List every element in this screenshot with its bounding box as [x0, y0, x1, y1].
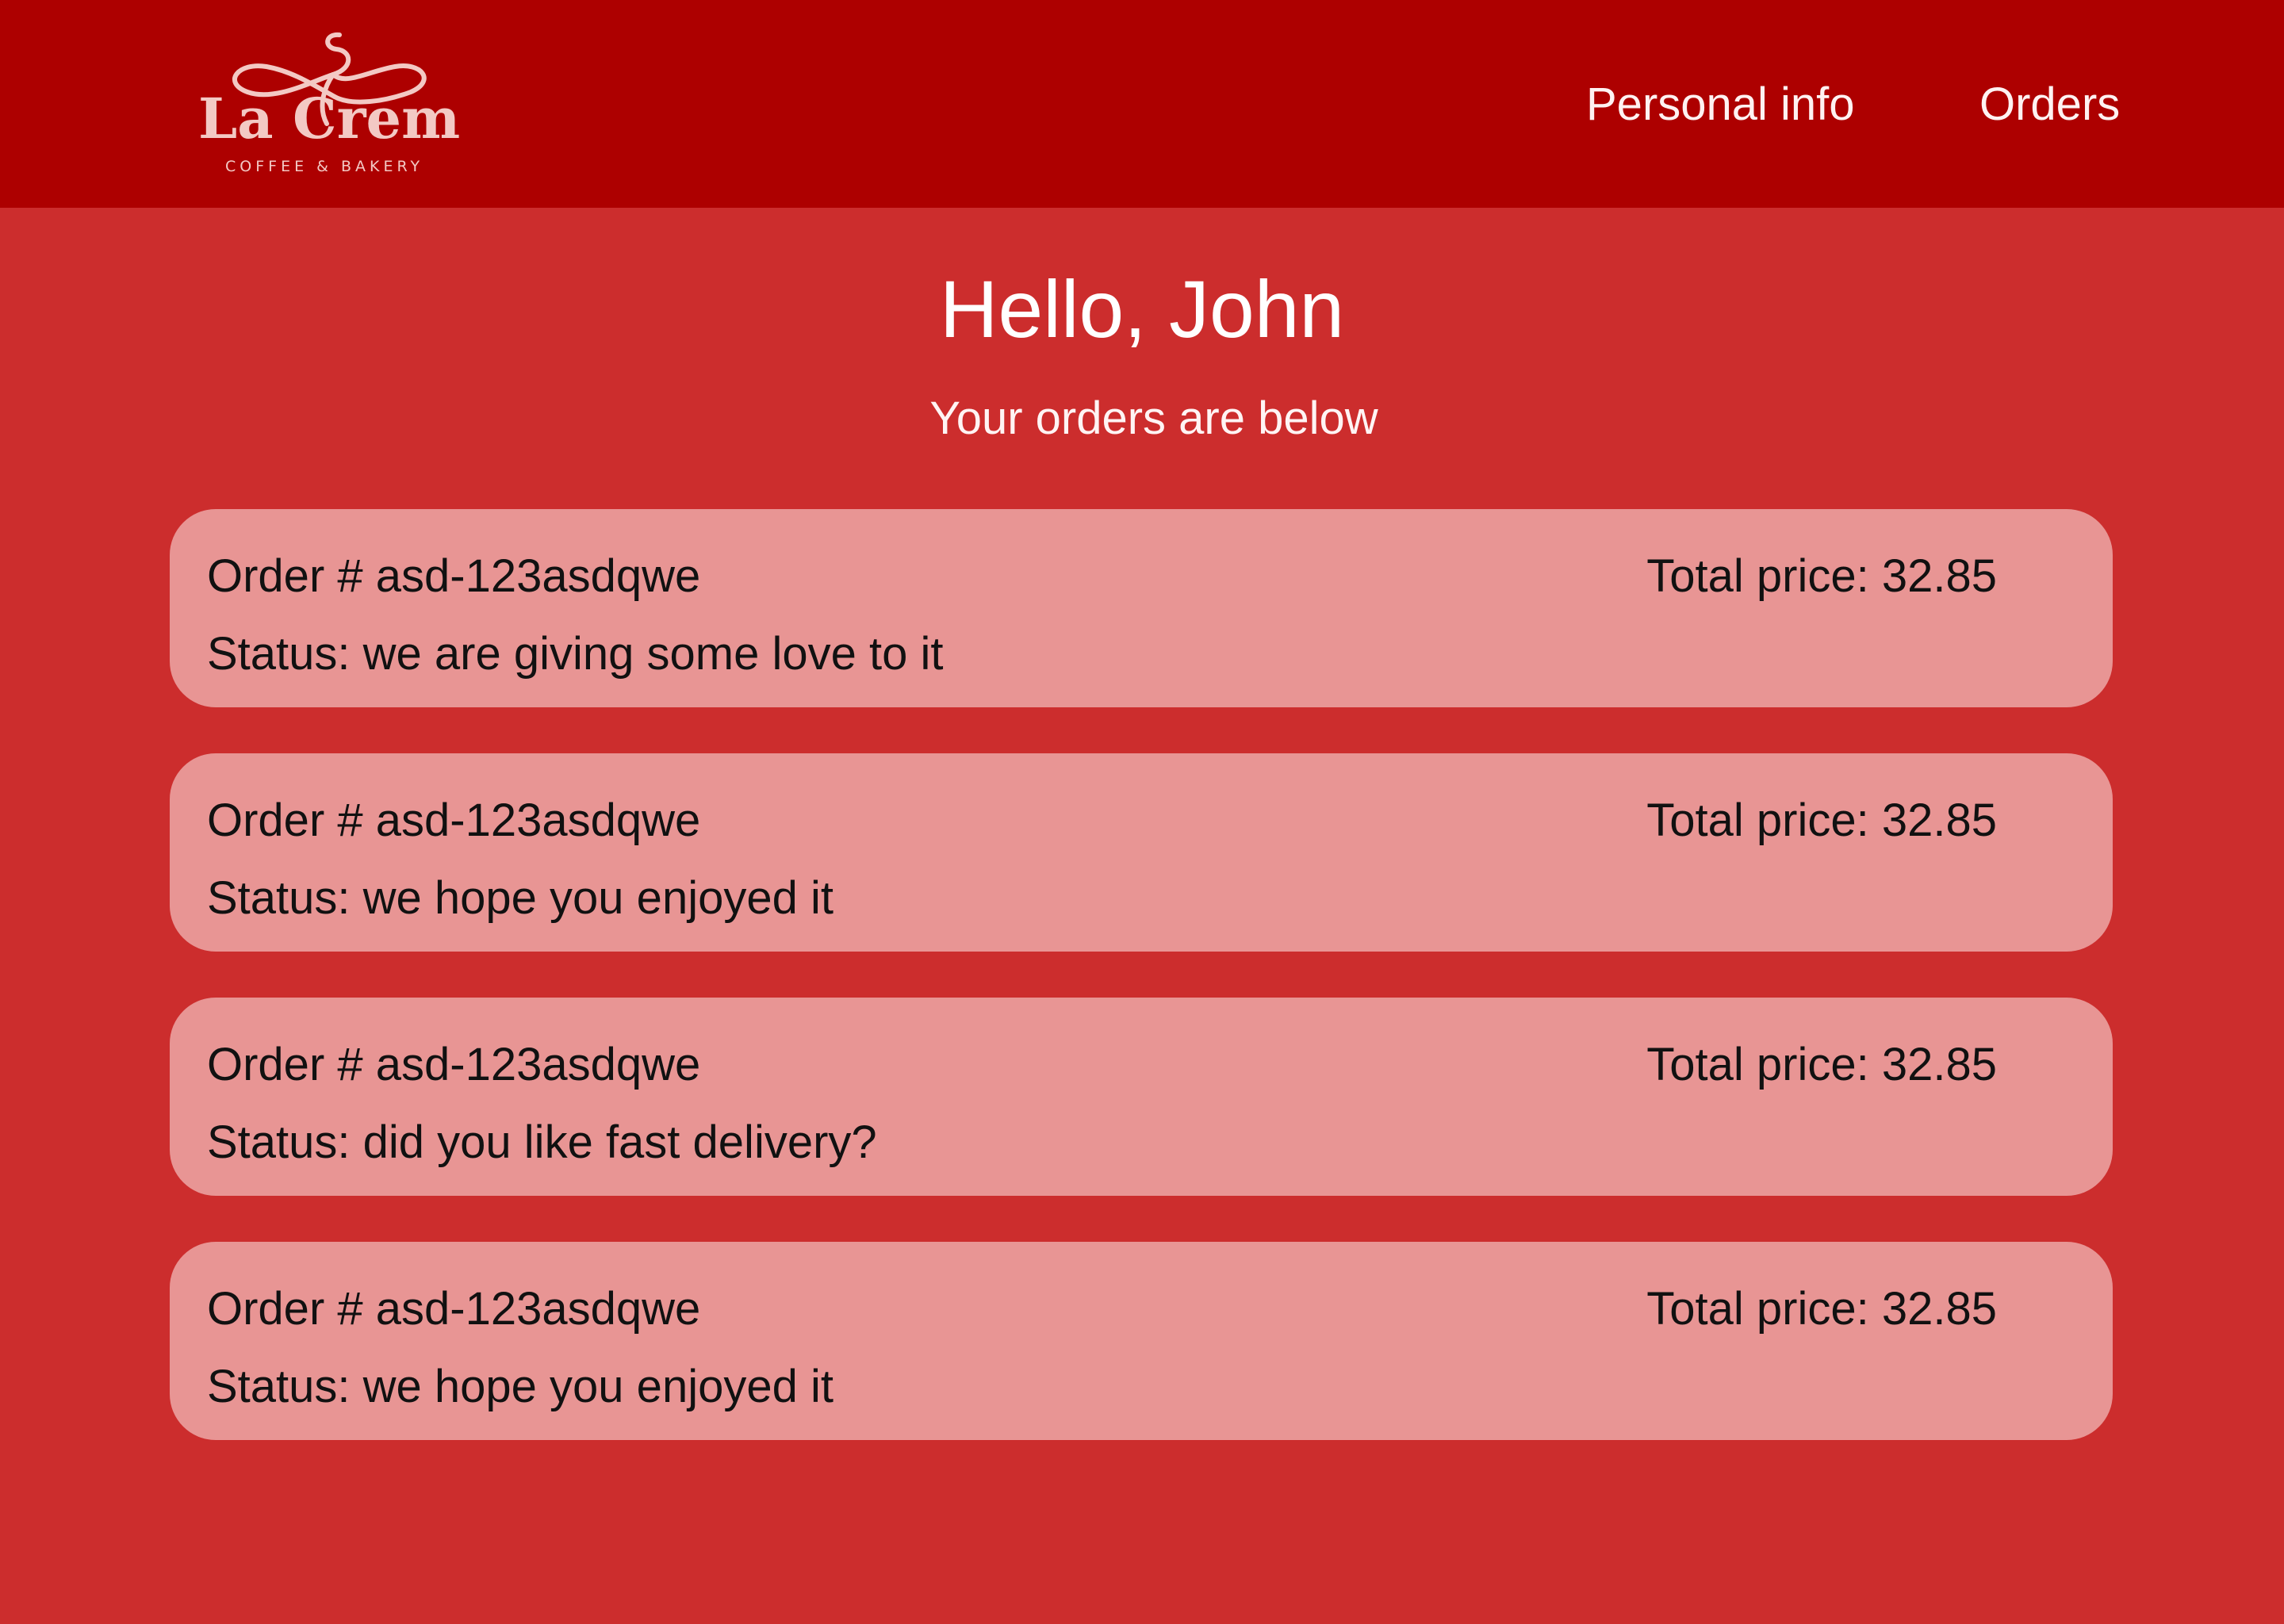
site-header: La Crema COFFEE & BAKERY Personal info O… [0, 0, 2284, 208]
order-id: Order # asd-123asdqwe [207, 795, 701, 846]
order-id: Order # asd-123asdqwe [207, 1039, 701, 1090]
nav-orders[interactable]: Orders [1979, 73, 2120, 136]
orders-list: Order # asd-123asdqwe Total price: 32.85… [170, 509, 2113, 1486]
order-card[interactable]: Order # asd-123asdqwe Total price: 32.85… [170, 1242, 2113, 1440]
order-id: Order # asd-123asdqwe [207, 550, 701, 602]
order-status: Status: we hope you enjoyed it [207, 872, 834, 924]
logo-graphic: La Crema COFFEE & BAKERY [198, 32, 460, 175]
order-card[interactable]: Order # asd-123asdqwe Total price: 32.85… [170, 753, 2113, 952]
order-card[interactable]: Order # asd-123asdqwe Total price: 32.85… [170, 509, 2113, 707]
order-id: Order # asd-123asdqwe [207, 1283, 701, 1335]
order-status: Status: did you like fast delivery? [207, 1116, 877, 1168]
page-subtitle: Your orders are below [929, 393, 1378, 444]
logo-tagline: COFFEE & BAKERY [225, 158, 423, 175]
order-card[interactable]: Order # asd-123asdqwe Total price: 32.85… [170, 998, 2113, 1196]
page-greeting: Hello, John [939, 264, 1345, 354]
order-total-price: Total price: 32.85 [1646, 1283, 1997, 1335]
order-total-price: Total price: 32.85 [1646, 795, 1997, 846]
order-status: Status: we are giving some love to it [207, 628, 944, 680]
order-status: Status: we hope you enjoyed it [207, 1361, 834, 1412]
order-total-price: Total price: 32.85 [1646, 550, 1997, 602]
logo-wordmark: La Crema [198, 86, 460, 151]
la-crema-logo[interactable]: La Crema COFFEE & BAKERY [198, 30, 460, 181]
order-total-price: Total price: 32.85 [1646, 1039, 1997, 1090]
nav-personal-info[interactable]: Personal info [1586, 73, 1855, 136]
